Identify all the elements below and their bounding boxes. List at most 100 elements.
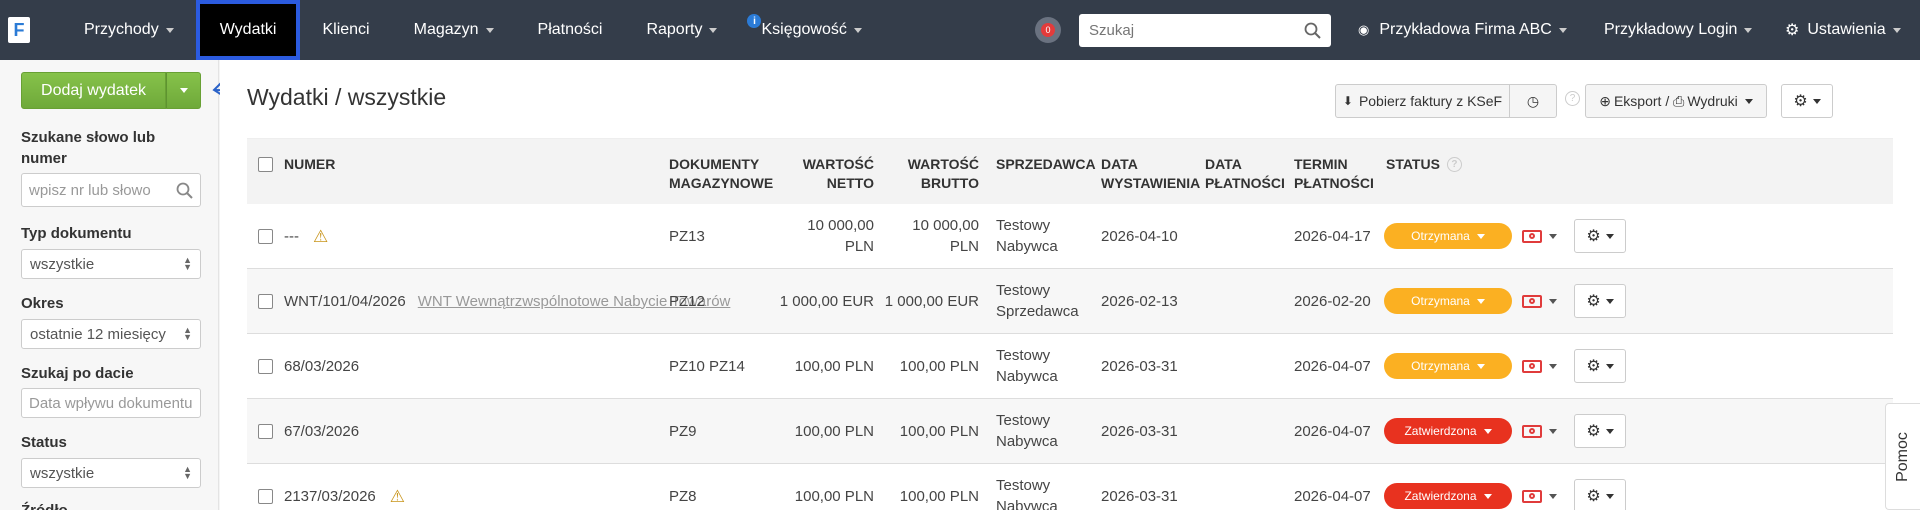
document-number[interactable]: --- [284, 226, 299, 247]
filters-sidebar: Dodaj wydatek Szukane słowo lub numer wp… [0, 60, 219, 510]
row-checkbox[interactable] [258, 228, 273, 244]
status-badge[interactable]: Otrzymana [1384, 353, 1512, 379]
row-checkbox[interactable] [258, 423, 273, 439]
notifications-icon[interactable]: 0 [1035, 17, 1061, 43]
issue-date: 2026-04-10 [1101, 227, 1178, 245]
dashboard-icon: ◉ [1358, 22, 1370, 37]
row-actions-button[interactable]: ⚙ [1574, 219, 1626, 253]
login-menu[interactable]: Przykładowy Login [1604, 0, 1753, 60]
add-expense-button[interactable]: Dodaj wydatek [21, 72, 166, 109]
row-actions-button[interactable]: ⚙ [1574, 284, 1626, 318]
nav-magazyn[interactable]: Magazyn [392, 0, 516, 60]
warning-icon: ⚠ [313, 226, 329, 246]
help-tab[interactable]: Pomoc [1885, 403, 1920, 510]
nav-raporty[interactable]: Raporty [624, 0, 739, 60]
status-badge-label: Otrzymana [1411, 358, 1470, 373]
seller-name-line1: Testowy [996, 412, 1051, 429]
settings-menu[interactable]: ⚙ Ustawienia [1785, 0, 1901, 60]
period-select[interactable]: ostatnie 12 miesięcy ▲ ▼ [21, 319, 201, 349]
row-checkbox[interactable] [258, 293, 273, 309]
keyword-search-field[interactable]: wpisz nr lub słowo [21, 173, 201, 207]
date-search-field[interactable]: Data wpływu dokumentu [21, 388, 201, 418]
col-issue-date[interactable]: Data wystawienia [1101, 155, 1200, 193]
search-icon[interactable] [1304, 22, 1321, 39]
table-row[interactable]: 67/03/2026 PZ9 100,00 PLN 100,00 PLN Testowy… [247, 399, 1893, 464]
warehouse-docs[interactable]: PZ8 [669, 464, 697, 510]
status-badge[interactable]: Zatwierdzona [1384, 418, 1512, 444]
select-all-checkbox[interactable] [258, 157, 273, 172]
nav-przychody[interactable]: Przychody [62, 0, 196, 60]
document-number[interactable]: WNT/101/04/2026 [284, 291, 406, 312]
row-actions-button[interactable]: ⚙ [1574, 349, 1626, 383]
pdf-preview-icon[interactable] [1522, 294, 1557, 308]
doc-type-select[interactable]: wszystkie ▲ ▼ [21, 249, 201, 279]
col-pay-date[interactable]: Data płatności [1205, 155, 1285, 193]
status-select[interactable]: wszystkie ▲ ▼ [21, 458, 201, 488]
export-print-button[interactable]: ⊕ Eksport / ⎙ Wydruki [1585, 84, 1767, 118]
nav-klienci[interactable]: Klienci [300, 0, 391, 60]
document-number[interactable]: 68/03/2026 [284, 356, 359, 377]
warehouse-docs[interactable]: PZ10 PZ14 [669, 334, 745, 398]
nav-ksiegowosc[interactable]: i Księgowość [739, 0, 883, 60]
warehouse-docs[interactable]: PZ12 [669, 269, 705, 333]
col-status[interactable]: Status? [1386, 155, 1462, 174]
gross-value: 1 000,00 EUR [884, 292, 979, 310]
table-row[interactable]: WNT/101/04/2026 WNT Wewnątrzwspólnotowe N… [247, 269, 1893, 334]
chevron-down-icon [1744, 98, 1753, 104]
warehouse-docs[interactable]: PZ13 [669, 204, 705, 268]
help-icon[interactable]: ? [1446, 157, 1462, 172]
page-settings-button[interactable]: ⚙ [1781, 84, 1833, 118]
net-value: 100,00 PLN [794, 487, 874, 505]
issue-date: 2026-03-31 [1101, 357, 1178, 375]
warehouse-docs[interactable]: PZ9 [669, 399, 697, 463]
net-value: 100,00 PLN [794, 357, 874, 375]
search-label: Szukane słowo lub numer [21, 129, 156, 167]
period-label: Okres [21, 295, 64, 312]
print-label: Wydruki [1687, 93, 1738, 109]
nav-magazyn-label: Magazyn [413, 21, 479, 38]
ksef-download-button[interactable]: ⬇ Pobierz faktury z KSeF [1335, 84, 1510, 118]
nav-wydatki-label: Wydatki [219, 21, 277, 38]
document-number[interactable]: 67/03/2026 [284, 421, 359, 442]
select-arrows-icon: ▲ ▼ [183, 325, 192, 342]
document-number[interactable]: 2137/03/2026 [284, 486, 376, 507]
table-row[interactable]: --- ⚠ PZ13 10 000,00 PLN 10 000,00 PLN Testow… [247, 204, 1893, 269]
col-seller[interactable]: Sprzedawca [996, 155, 1096, 174]
status-label: Status [21, 434, 67, 451]
col-docs[interactable]: Dokumenty magazynowe [669, 155, 773, 193]
ksef-history-button[interactable]: ◷ [1509, 84, 1557, 118]
seller-name-line1: Testowy [996, 282, 1051, 299]
chevron-down-icon [1549, 493, 1557, 499]
col-net[interactable]: Wartość netto [775, 155, 874, 193]
status-badge[interactable]: Zatwierdzona [1384, 483, 1512, 509]
row-checkbox[interactable] [258, 488, 273, 504]
chevron-down-icon [1483, 428, 1492, 434]
global-search-input[interactable] [1089, 22, 1304, 39]
download-icon: ⬇ [1342, 94, 1353, 108]
row-actions-button[interactable]: ⚙ [1574, 479, 1626, 510]
nav-platnosci[interactable]: Płatności [516, 0, 625, 60]
pdf-preview-icon[interactable] [1522, 489, 1557, 503]
nav-raporty-label: Raporty [646, 21, 703, 38]
table-row[interactable]: 68/03/2026 PZ10 PZ14 100,00 PLN 100,00 PLN T… [247, 334, 1893, 399]
chevron-down-icon [1892, 27, 1901, 33]
col-net-line1: Wartość [802, 156, 874, 172]
table-row[interactable]: 2137/03/2026 ⚠ PZ8 100,00 PLN 100,00 PLN Test… [247, 464, 1893, 510]
status-badge[interactable]: Otrzymana [1384, 288, 1512, 314]
pdf-preview-icon[interactable] [1522, 229, 1557, 243]
gear-icon: ⚙ [1586, 422, 1601, 440]
add-expense-dropdown[interactable] [166, 72, 201, 109]
help-icon[interactable]: ? [1565, 91, 1580, 106]
row-actions-button[interactable]: ⚙ [1574, 414, 1626, 448]
col-number[interactable]: Numer [284, 155, 335, 174]
pdf-preview-icon[interactable] [1522, 424, 1557, 438]
row-checkbox[interactable] [258, 358, 273, 374]
col-gross[interactable]: Wartość brutto [879, 155, 979, 193]
app-logo[interactable]: F [8, 17, 30, 43]
col-due-date[interactable]: Termin płatności [1294, 155, 1374, 193]
status-badge[interactable]: Otrzymana [1384, 223, 1512, 249]
nav-wydatki[interactable]: Wydatki [195, 0, 301, 60]
pdf-preview-icon[interactable] [1522, 359, 1557, 373]
chevron-down-icon [1605, 298, 1614, 304]
company-menu[interactable]: ◉ Przykładowa Firma ABC [1358, 0, 1567, 60]
